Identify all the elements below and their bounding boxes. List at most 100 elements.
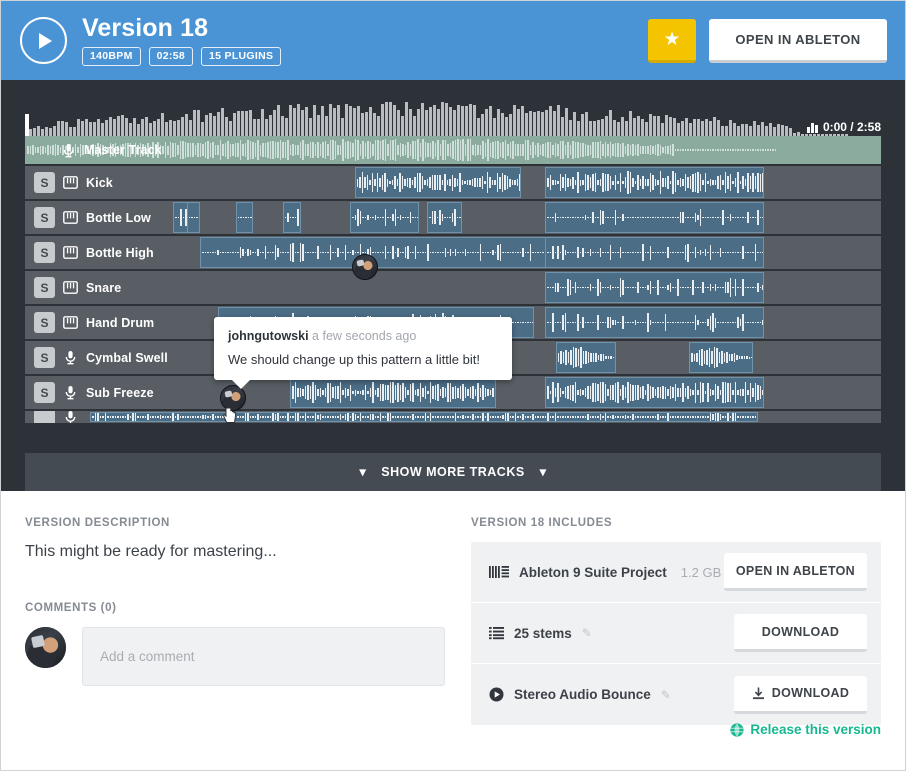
list-item: Ableton 9 Suite Project 1.2 GB OPEN IN A… [471,542,881,603]
track-header [25,411,84,423]
track-row[interactable]: S Snare [25,271,881,304]
audio-clip[interactable] [545,272,764,303]
track-name: Kick [86,175,113,190]
favorite-button[interactable]: ★ [648,18,696,63]
midi-icon [63,211,78,224]
track-name: Cymbal Swell [86,350,168,365]
solo-button[interactable]: S [34,242,55,263]
midi-icon [63,316,78,329]
comment-popover: johngutowski a few seconds ago We should… [214,317,512,389]
clip-waveform [188,203,200,232]
includes-label: VERSION 18 INCLUDES [471,517,613,529]
comment-meta: johngutowski a few seconds ago [228,328,498,344]
track-row[interactable]: S Sub Freeze [25,376,881,409]
solo-button[interactable] [34,411,55,423]
includes-item-name: Stereo Audio Bounce [514,687,651,702]
audio-clip[interactable] [235,202,253,233]
mouse-cursor-icon [223,407,237,423]
includes-item-name: 25 stems [514,625,572,641]
comment-marker-avatar[interactable] [352,254,378,280]
audio-clip[interactable] [555,342,616,373]
waveform-overview[interactable]: 0:00 / 2:58 [25,94,881,136]
track-name: Master Track [84,143,162,157]
audio-clip[interactable] [354,167,522,198]
solo-button[interactable]: S [34,347,55,368]
track-row-master[interactable]: Master Track [25,136,881,164]
download-bounce-button[interactable]: DOWNLOAD [734,675,867,714]
microphone-icon [65,411,76,423]
clip-waveform [546,378,763,407]
track-name: Snare [86,280,122,295]
chevron-down-icon-left: ▾ [359,465,367,479]
left-column: VERSION DESCRIPTION This might be ready … [25,517,445,770]
edit-pencil-icon[interactable]: ✎ [661,688,671,702]
track-name: Bottle High [86,245,154,260]
track-header-master: Master Track [25,136,162,164]
audio-clip[interactable] [427,202,462,233]
audio-clip[interactable] [186,202,201,233]
track-row[interactable]: S Bottle High [25,236,881,269]
download-stems-button[interactable]: DOWNLOAD [734,614,867,652]
edit-pencil-icon[interactable]: ✎ [582,626,592,640]
solo-button[interactable]: S [34,172,55,193]
meta-pills: 140BPM 02:58 15 PLUGINS [82,47,282,66]
right-column: VERSION 18 INCLUDES Ableton 9 Suite Proj… [471,517,881,770]
track-header: S Bottle Low [25,201,157,234]
includes-item-name: Ableton 9 Suite Project [519,564,667,580]
details-section: VERSION DESCRIPTION This might be ready … [1,491,905,770]
audio-clip[interactable] [689,342,754,373]
comment-timestamp: a few seconds ago [312,329,417,343]
release-version-label: Release this version [750,722,881,737]
audio-clip[interactable] [200,237,560,268]
track-header: S Sub Freeze [25,376,160,409]
star-icon: ★ [663,28,681,50]
show-more-tracks-button[interactable]: ▾ SHOW MORE TRACKS ▾ [25,453,881,491]
add-comment-row: Add a comment [25,627,445,686]
audio-clip[interactable] [545,237,764,268]
solo-button[interactable]: S [34,312,55,333]
audio-clip[interactable] [545,167,764,198]
midi-icon [63,281,78,294]
track-header: S Snare [25,271,128,304]
comment-input[interactable]: Add a comment [82,627,445,686]
comments-label: COMMENTS (0) [25,602,117,614]
release-version-link[interactable]: Release this version [730,722,881,737]
includes-item-info: 25 stems ✎ [489,626,734,641]
title-block: Version 18 140BPM 02:58 15 PLUGINS [82,14,282,66]
track-header: S Cymbal Swell [25,341,174,374]
includes-list: Ableton 9 Suite Project 1.2 GB OPEN IN A… [471,542,881,725]
open-in-ableton-button[interactable]: OPEN IN ABLETON [723,553,867,591]
page-title: Version 18 [82,14,209,42]
audio-clip[interactable] [282,202,302,233]
audio-clip[interactable] [545,202,764,233]
clip-waveform [351,203,418,232]
solo-button[interactable]: S [34,382,55,403]
audio-clip[interactable] [350,202,419,233]
clip-waveform [546,203,763,232]
solo-button[interactable]: S [34,277,55,298]
avatar [25,627,66,668]
plugins-badge: 15 PLUGINS [201,47,282,66]
track-row[interactable]: S Bottle Low [25,201,881,234]
timecode-text: 0:00 / 2:58 [822,120,881,134]
chevron-down-icon-right: ▾ [539,465,547,479]
track-name: Sub Freeze [86,385,154,400]
audio-clip[interactable] [545,307,764,338]
track-header: S Bottle High [25,236,160,269]
audio-clip[interactable] [290,377,496,408]
clip-waveform [546,168,763,197]
globe-icon [730,722,745,737]
audio-clip[interactable] [90,412,758,422]
comment-text: We should change up this pattern a littl… [228,352,480,367]
clip-waveform [546,273,763,302]
overview-bars [29,94,881,136]
clip-waveform [690,343,753,372]
open-in-ableton-header-button[interactable]: OPEN IN ABLETON [709,18,887,63]
solo-button[interactable]: S [34,207,55,228]
play-button[interactable] [20,17,67,64]
track-row-partial[interactable] [25,411,881,423]
show-more-tracks-label: SHOW MORE TRACKS [381,465,525,479]
clip-waveform [291,378,494,407]
track-row[interactable]: S Kick [25,166,881,199]
audio-clip[interactable] [545,377,764,408]
